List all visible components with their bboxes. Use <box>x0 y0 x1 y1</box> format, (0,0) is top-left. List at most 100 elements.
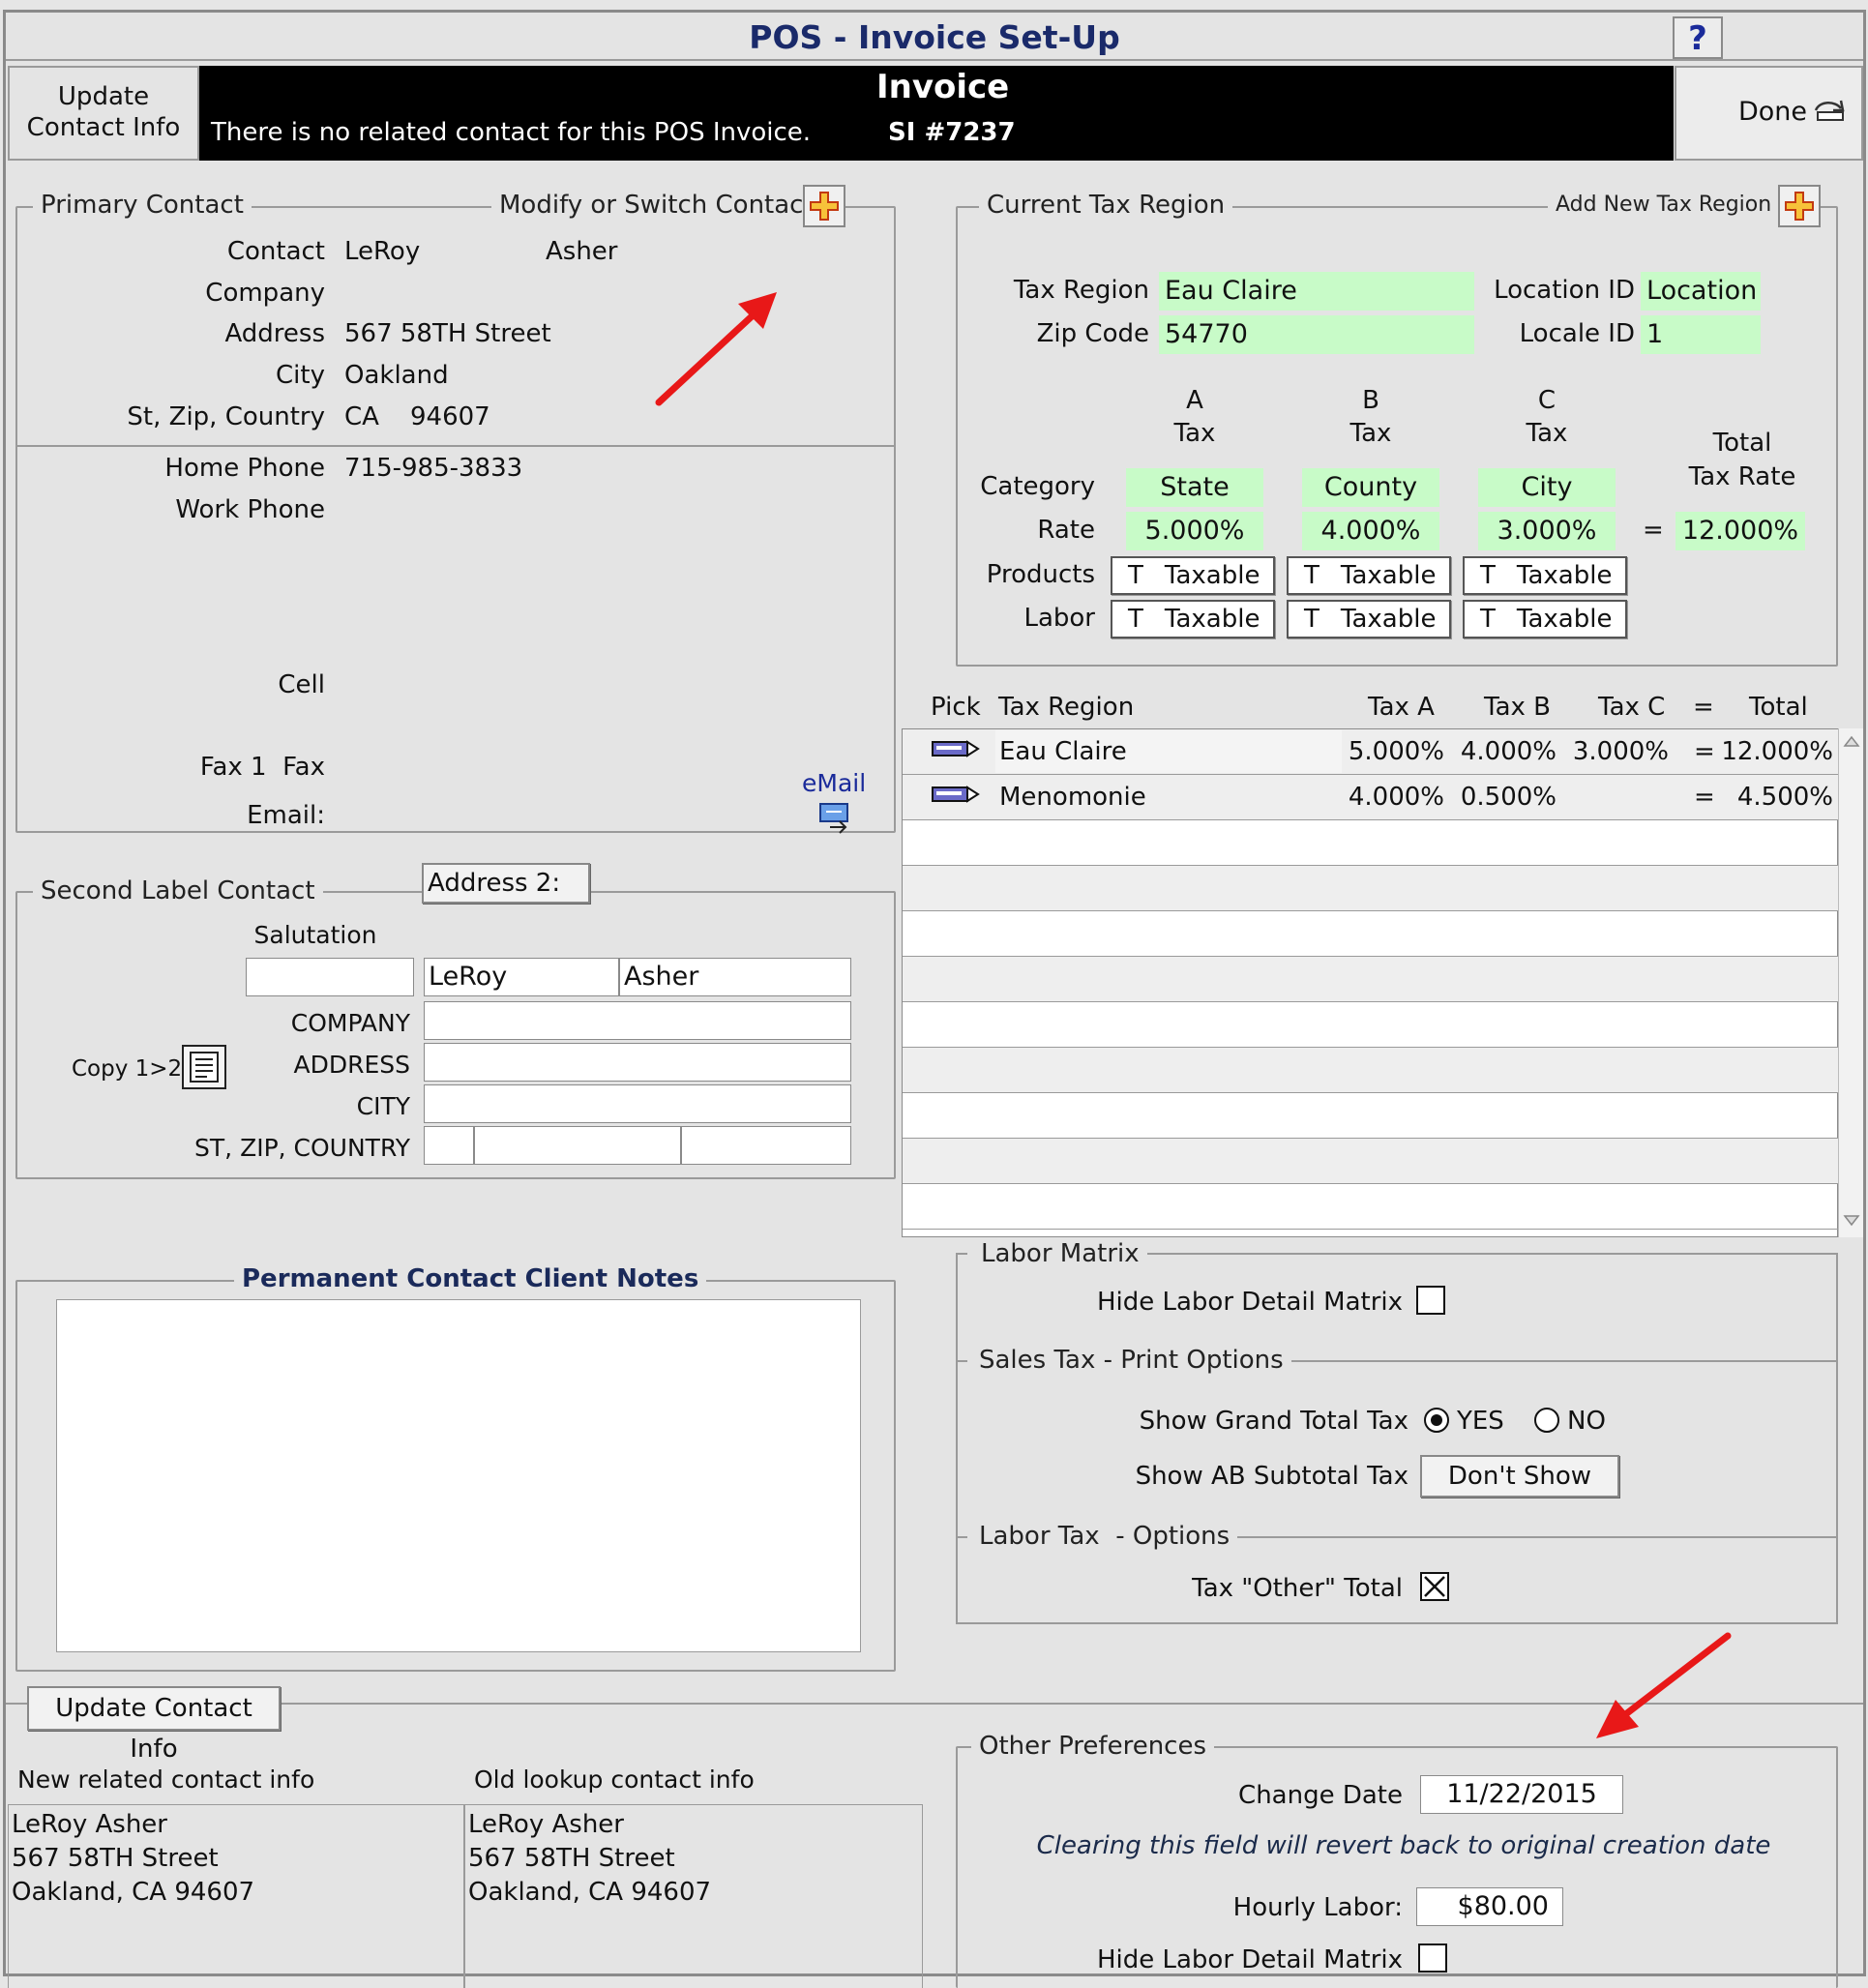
labor-c-taxable-button[interactable]: T Taxable <box>1463 600 1627 638</box>
table-row[interactable]: Eau Claire 5.000% 4.000% 3.000% = 12.000… <box>903 729 1839 775</box>
scroll-up-icon[interactable] <box>1843 734 1860 748</box>
done-button[interactable]: Done <box>1675 66 1863 161</box>
row-tax-a: 5.000% <box>1348 737 1444 766</box>
list-item <box>903 866 1839 911</box>
zip-code-field[interactable]: 54770 <box>1159 315 1474 354</box>
old-contact-line: 567 58TH Street <box>468 1844 675 1873</box>
annotation-arrow-icon <box>655 292 777 406</box>
old-contact-line: LeRoy Asher <box>468 1810 624 1839</box>
other-preferences-legend: Other Preferences <box>971 1732 1215 1761</box>
help-button[interactable]: ? <box>1673 16 1723 59</box>
category-c-field[interactable]: City <box>1478 468 1616 507</box>
copy-1-2-button[interactable] <box>182 1045 226 1089</box>
row-total: 12.000% <box>1721 737 1833 766</box>
tax-region-field[interactable]: Eau Claire <box>1159 272 1474 311</box>
labor-b-taxable-button[interactable]: T Taxable <box>1287 600 1451 638</box>
rate-b-field[interactable]: 4.000% <box>1302 512 1439 550</box>
products-a-taxable-button[interactable]: T Taxable <box>1111 556 1275 595</box>
second-last-name-input[interactable]: Asher <box>619 958 851 996</box>
row-tax-b: 4.000% <box>1460 737 1557 766</box>
zip-value: 94607 <box>410 402 490 431</box>
address-label: Address <box>224 319 325 348</box>
products-label: Products <box>986 560 1095 589</box>
grand-total-no-radio[interactable] <box>1534 1408 1559 1433</box>
scroll-down-icon[interactable] <box>1843 1214 1860 1228</box>
second-city-input[interactable] <box>424 1084 851 1123</box>
hourly-labor-label: Hourly Labor: <box>1232 1893 1403 1922</box>
change-date-input[interactable]: 11/22/2015 <box>1420 1775 1623 1814</box>
copy-1-2-label: Copy 1>2 <box>72 1056 183 1082</box>
second-address-input[interactable] <box>424 1043 851 1082</box>
second-city-label: CITY <box>356 1092 410 1120</box>
invoice-number: SI #7237 <box>888 118 1016 147</box>
grand-total-yes-radio[interactable] <box>1424 1408 1449 1433</box>
prefs-hide-labor-matrix-label: Hide Labor Detail Matrix <box>1096 1945 1403 1974</box>
change-date-note: Clearing this field will revert back to … <box>1036 1831 1771 1860</box>
hourly-labor-input[interactable]: $80.00 <box>1416 1887 1563 1926</box>
products-c-taxable-button[interactable]: T Taxable <box>1463 556 1627 595</box>
contact-label: Contact <box>226 237 325 266</box>
add-tax-region-label: Add New Tax Region <box>1548 193 1780 217</box>
address-2-button[interactable]: Address 2: <box>422 863 590 904</box>
taxable-text: Taxable <box>1164 605 1260 634</box>
salutation-input[interactable] <box>246 958 414 996</box>
list-item <box>903 957 1839 1002</box>
row-equals: = <box>1694 783 1715 812</box>
second-country-input[interactable] <box>681 1126 851 1165</box>
products-b-taxable-button[interactable]: T Taxable <box>1287 556 1451 595</box>
labor-tax-rule <box>956 1536 967 1538</box>
list-scrollbar[interactable] <box>1838 728 1863 1237</box>
company-label: Company <box>205 279 325 308</box>
category-label: Category <box>980 472 1095 501</box>
pick-pencil-icon[interactable] <box>932 740 980 757</box>
modify-contact-plus-button[interactable] <box>803 185 845 227</box>
sales-tax-rule <box>1281 1360 1838 1362</box>
location-id-field[interactable]: Location <box>1641 272 1761 311</box>
tax-other-total-checkbox[interactable] <box>1420 1572 1449 1601</box>
labor-a-taxable-button[interactable]: T Taxable <box>1111 600 1275 638</box>
second-state-input[interactable] <box>424 1126 474 1165</box>
tax-region-legend: Current Tax Region <box>979 191 1233 220</box>
hide-labor-matrix-checkbox[interactable] <box>1416 1286 1445 1315</box>
list-item <box>903 1002 1839 1048</box>
locale-id-field[interactable]: 1 <box>1641 315 1761 354</box>
sales-tax-rule <box>956 1360 967 1362</box>
prefs-hide-labor-matrix-checkbox[interactable] <box>1418 1943 1447 1973</box>
labor-label: Labor <box>1023 604 1095 633</box>
rate-c-field[interactable]: 3.000% <box>1478 512 1616 550</box>
update-contact-info-button[interactable]: Update Contact Info <box>27 1686 281 1764</box>
taxable-text: Taxable <box>1340 605 1437 634</box>
ab-subtotal-button[interactable]: Don't Show <box>1420 1455 1619 1498</box>
email-send-icon[interactable] <box>816 800 855 837</box>
table-row[interactable]: Menomonie 4.000% 0.500% = 4.500% <box>903 775 1839 820</box>
tax-c-heading: Tax <box>1526 419 1568 448</box>
window-title: POS - Invoice Set-Up <box>749 18 1120 56</box>
invoice-setup-window: POS - Invoice Set-Up ? Update Contact In… <box>3 10 1866 1988</box>
second-company-input[interactable] <box>424 1001 851 1040</box>
list-item <box>903 1184 1839 1230</box>
pick-pencil-icon[interactable] <box>932 786 980 803</box>
taxable-flag: T <box>1128 561 1143 590</box>
new-related-contact-label: New related contact info <box>17 1765 315 1794</box>
category-b-field[interactable]: County <box>1302 468 1439 507</box>
second-zip-input[interactable] <box>474 1126 681 1165</box>
plus-icon <box>810 192 839 221</box>
taxable-text: Taxable <box>1340 561 1437 590</box>
list-item <box>903 820 1839 866</box>
taxable-flag: T <box>1480 561 1496 590</box>
rate-a-field[interactable]: 5.000% <box>1126 512 1263 550</box>
new-contact-line: 567 58TH Street <box>12 1844 219 1873</box>
city-value: Oakland <box>344 361 449 390</box>
title-bar: POS - Invoice Set-Up ? <box>6 13 1863 61</box>
labor-matrix-rule <box>956 1253 967 1255</box>
client-notes-textarea[interactable] <box>56 1299 861 1652</box>
second-first-name-input[interactable]: LeRoy <box>424 958 619 996</box>
update-contact-info-top-button[interactable]: Update Contact Info <box>8 66 199 161</box>
list-item <box>903 1093 1839 1139</box>
category-a-field[interactable]: State <box>1126 468 1263 507</box>
list-header-tax-a: Tax A <box>1368 693 1435 722</box>
show-grand-total-label: Show Grand Total Tax <box>1139 1407 1408 1436</box>
total-heading: Tax Rate <box>1688 462 1796 491</box>
contact-first-name: LeRoy <box>344 237 421 266</box>
add-tax-region-plus-button[interactable] <box>1778 185 1821 227</box>
